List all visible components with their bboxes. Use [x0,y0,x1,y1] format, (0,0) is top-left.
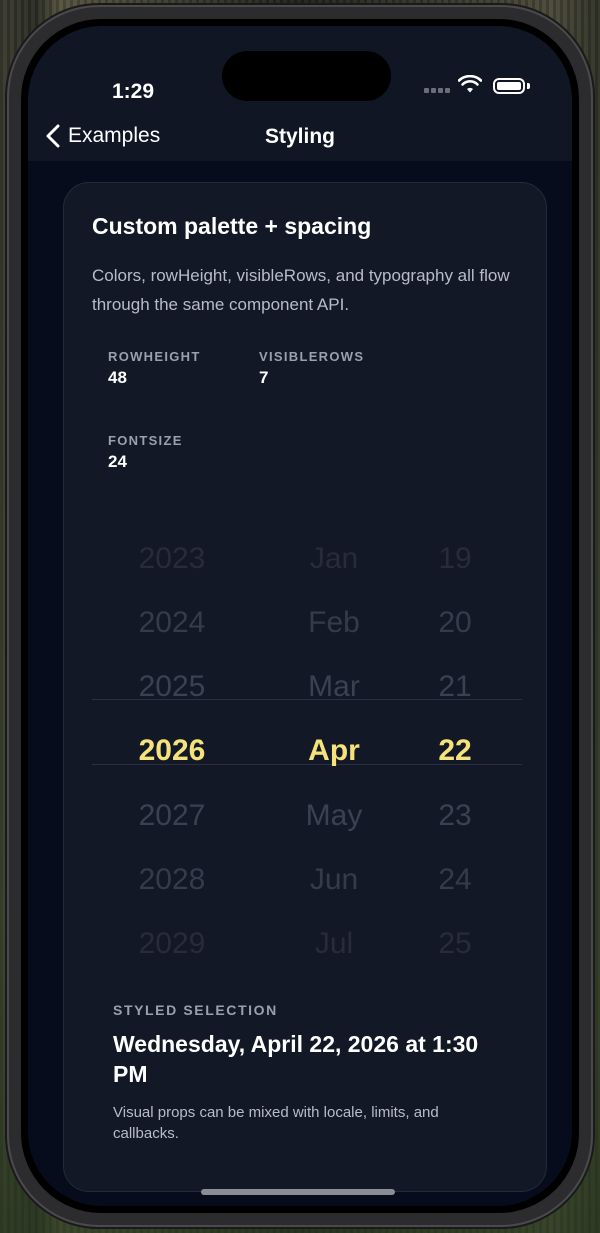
dynamic-island [222,51,391,101]
day-column[interactable]: 19 20 21 22 23 24 25 [410,523,500,960]
cellular-signal-icon [424,81,452,93]
day-option[interactable]: 23 [410,784,500,848]
stat-value: 24 [108,452,127,471]
day-option[interactable]: 20 [410,591,500,655]
year-option[interactable]: 2024 [92,591,252,655]
battery-icon [493,78,525,94]
month-option[interactable]: Mar [264,655,404,719]
day-option-selected[interactable]: 22 [410,719,500,783]
stat-visiblerows: VISIBLEROWS 7 [259,349,364,388]
navigation-bar: 1:29 Examples Styling [28,26,572,161]
year-column[interactable]: 2023 2024 2025 2026 2027 2028 2029 [92,523,252,960]
year-option[interactable]: 2028 [92,848,252,912]
phone-bezel: 1:29 Examples Styling Custom palette + s… [21,19,579,1213]
status-time: 1:29 [112,80,155,103]
day-option[interactable]: 24 [410,848,500,912]
page-title: Styling [264,125,335,148]
month-option-selected[interactable]: Apr [264,719,404,783]
year-option[interactable]: 2025 [92,655,252,719]
selection-note: Visual props can be mixed with locale, l… [113,1104,439,1142]
app-screen: 1:29 Examples Styling Custom palette + s… [28,26,572,1206]
year-option[interactable]: 2029 [92,912,252,976]
phone-frame: 1:29 Examples Styling Custom palette + s… [7,5,593,1227]
month-option[interactable]: Jul [264,912,404,976]
day-option[interactable]: 19 [410,527,500,591]
card-description: Colors, rowHeight, visibleRows, and typo… [92,266,510,314]
year-option[interactable]: 2027 [92,784,252,848]
home-indicator[interactable] [201,1189,395,1195]
stat-label: VISIBLEROWS [259,349,365,364]
year-option[interactable]: 2023 [92,527,252,591]
day-option[interactable]: 21 [410,655,500,719]
month-option[interactable]: Feb [264,591,404,655]
stat-rowheight: ROWHEIGHT 48 [108,349,201,388]
stat-fontsize: FONTSIZE 24 [108,433,183,472]
month-column[interactable]: Jan Feb Mar Apr May Jun Jul [264,523,404,960]
stat-label: ROWHEIGHT [108,349,201,364]
year-option-selected[interactable]: 2026 [92,719,252,783]
stat-label: FONTSIZE [108,433,183,448]
battery-tip [527,83,530,89]
selection-label: STYLED SELECTION [113,1002,278,1018]
stat-value: 7 [259,368,269,387]
selection-value: Wednesday, April 22, 2026 at 1:30 PM [113,1031,479,1087]
day-option[interactable]: 25 [410,912,500,976]
styling-card: Custom palette + spacing Colors, rowHeig… [63,182,547,1192]
month-option[interactable]: May [264,784,404,848]
month-option[interactable]: Jan [264,527,404,591]
card-title: Custom palette + spacing [92,213,372,239]
date-picker-wheel[interactable]: 2023 2024 2025 2026 2027 2028 2029 Jan F… [92,523,522,960]
wifi-icon [458,75,482,93]
month-option[interactable]: Jun [264,848,404,912]
stat-value: 48 [108,368,127,387]
